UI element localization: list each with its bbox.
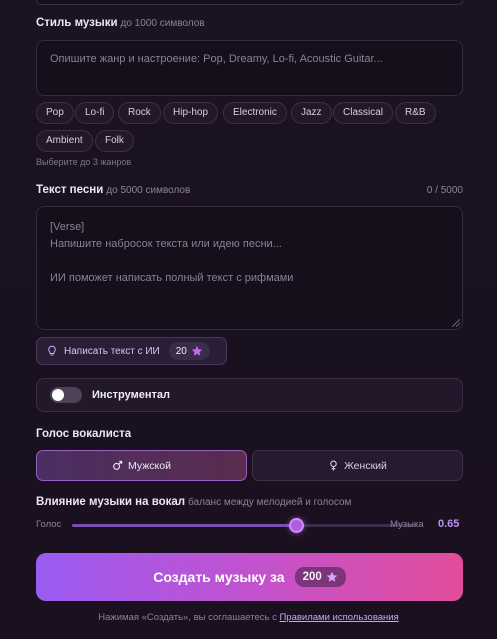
instrumental-toggle[interactable] [50, 387, 82, 403]
lyrics-placeholder-line: ИИ поможет написать полный текст с рифма… [50, 272, 294, 284]
lyrics-hint: до 5000 символов [106, 185, 191, 196]
voice-male-label: Мужской [128, 459, 171, 472]
music-style-label: Стиль музыки до 1000 символов [36, 17, 205, 29]
music-style-hint: до 1000 символов [120, 18, 205, 29]
lyrics-placeholder-line: [Verse] [50, 221, 85, 233]
voice-female-button[interactable]: Женский [252, 450, 463, 481]
terms-text: Нажимая «Создать», вы соглашаетесь с [98, 612, 277, 623]
voice-male-button[interactable]: Мужской [36, 450, 247, 481]
slider-fill [72, 524, 297, 527]
write-lyrics-with-ai-button[interactable]: Написать текст с ИИ 20 [36, 337, 227, 365]
terms-notice: Нажимая «Создать», вы соглашаетесь с Пра… [0, 612, 497, 623]
genre-chip[interactable]: Classical [333, 102, 394, 124]
voice-female-label: Женский [344, 459, 387, 472]
male-icon [113, 460, 123, 470]
vocal-label: Голос вокалиста [36, 428, 132, 440]
create-cost-badge: 200 [294, 567, 346, 587]
write-lyrics-label: Написать текст с ИИ [64, 345, 160, 357]
lyrics-label: Текст песни до 5000 символов [36, 184, 191, 196]
ai-cost-badge: 20 [168, 342, 210, 360]
music-style-input[interactable]: Опишите жанр и настроение: Pop, Dreamy, … [36, 40, 463, 96]
slider-thumb[interactable] [288, 518, 304, 533]
female-icon [330, 460, 337, 471]
ai-cost-value: 20 [175, 345, 187, 357]
star-icon [191, 345, 203, 357]
genre-chip[interactable]: Ambient [36, 130, 93, 152]
create-music-label: Создать музыку за [153, 569, 285, 585]
lyrics-char-counter: 0 / 5000 [426, 185, 463, 196]
influence-label: Влияние музыки на вокал баланс между мело… [36, 496, 352, 508]
create-cost-value: 200 [302, 571, 322, 583]
genre-chip[interactable]: Electronic [223, 102, 287, 124]
star-icon [326, 571, 338, 583]
genre-chip[interactable]: R&B [395, 102, 436, 124]
lightbulb-icon [46, 345, 58, 357]
influence-hint: баланс между мелодией и голосом [188, 497, 352, 508]
genre-chip[interactable]: Jazz [291, 102, 332, 124]
genre-chip[interactable]: Rock [118, 102, 161, 124]
genre-chip[interactable]: Hip-hop [163, 102, 219, 124]
lyrics-placeholder-line [50, 253, 449, 270]
previous-field-edge [36, 0, 463, 5]
slider-value: 0.65 [438, 518, 460, 530]
slider-right-label: Музыка [390, 519, 424, 530]
create-music-button[interactable]: Создать музыку за 200 [36, 553, 463, 601]
terms-link[interactable]: Правилами использования [279, 612, 398, 623]
lyrics-textarea[interactable]: [Verse] Напишите набросок текста или иде… [36, 206, 463, 330]
genre-chip[interactable]: Lo-fi [75, 102, 115, 124]
genre-chip[interactable]: Folk [95, 130, 134, 152]
music-generator-form: Стиль музыки до 1000 символов Опишите жан… [0, 0, 497, 639]
slider-track[interactable] [72, 524, 417, 527]
resize-grip-icon[interactable] [452, 319, 460, 327]
instrumental-toggle-row[interactable]: Инструментал [36, 378, 463, 412]
lyrics-placeholder-line: Напишите набросок текста или идею песни.… [50, 238, 282, 250]
instrumental-label: Инструментал [92, 389, 170, 401]
influence-slider: Голос Музыка 0.65 [36, 515, 466, 535]
genre-chip[interactable]: Pop [36, 102, 74, 124]
genres-hint: Выберите до 3 жанров [36, 157, 132, 167]
slider-left-label: Голос [36, 519, 62, 530]
music-style-placeholder: Опишите жанр и настроение: Pop, Dreamy, … [50, 53, 383, 65]
toggle-knob [52, 389, 64, 401]
